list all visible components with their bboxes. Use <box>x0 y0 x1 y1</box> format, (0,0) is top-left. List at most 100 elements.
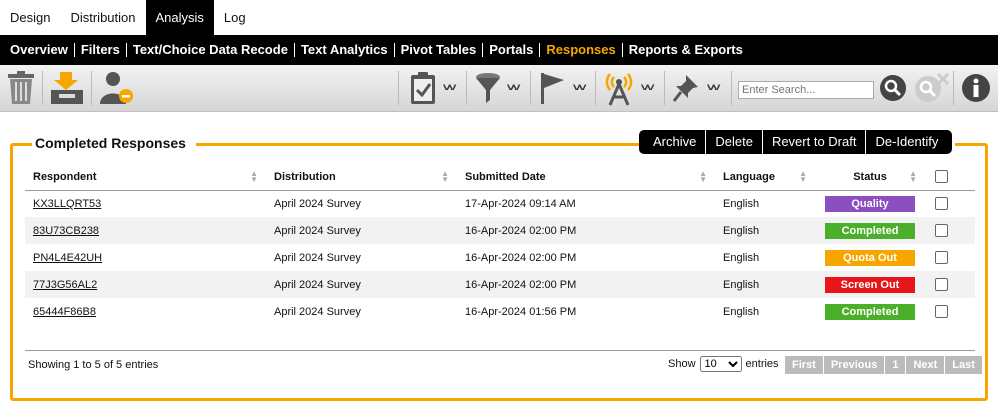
column-header-distribution[interactable]: Distribution ▲ ▼ <box>266 164 457 191</box>
pager-first-button[interactable]: First <box>785 356 824 374</box>
action-buttons: Archive Delete Revert to Draft De-Identi… <box>639 130 953 154</box>
pager-previous-button[interactable]: Previous <box>823 356 886 374</box>
sort-icon: ▲ ▼ <box>799 169 807 184</box>
archive-inbox-icon[interactable] <box>48 69 86 107</box>
info-icon[interactable] <box>961 69 991 107</box>
sub-navigation: Overview Filters Text/Choice Data Recode… <box>0 35 998 65</box>
sort-icon: ▲ ▼ <box>441 169 449 184</box>
panel-title: Completed Responses <box>32 135 196 151</box>
respondent-link[interactable]: 77J3G56AL2 <box>33 279 97 291</box>
subnav-portals[interactable]: Portals <box>483 43 541 57</box>
submitted-date-cell: 16-Apr-2024 02:00 PM <box>457 271 715 298</box>
chevron-down-icon[interactable]: ˅˅ <box>641 82 655 94</box>
status-cell: Screen Out <box>815 271 925 298</box>
clipboard-check-icon[interactable]: ˅˅ <box>408 69 457 107</box>
chevron-down-icon[interactable]: ˅˅ <box>573 82 587 94</box>
subnav-reports-exports[interactable]: Reports & Exports <box>623 43 749 57</box>
submitted-date-cell: 16-Apr-2024 02:00 PM <box>465 251 577 264</box>
subnav-overview[interactable]: Overview <box>4 43 75 57</box>
row-checkbox[interactable] <box>935 251 948 264</box>
tab-distribution[interactable]: Distribution <box>60 0 146 35</box>
language-cell: English <box>715 217 815 244</box>
status-badge: Completed <box>825 303 915 320</box>
status-badge: Completed <box>825 222 915 239</box>
trash-icon[interactable] <box>6 69 36 107</box>
table-row: KX3LLQRT53 April 2024 Survey 17-Apr-2024 0… <box>25 190 975 217</box>
revert-to-draft-button[interactable]: Revert to Draft <box>763 130 867 154</box>
show-label: Show <box>668 358 696 370</box>
submitted-date-cell: 16-Apr-2024 02:00 PM <box>457 217 715 244</box>
table-row: 65444F86B8 April 2024 Survey 16-Apr-2024 0… <box>25 298 975 325</box>
distribution-cell: April 2024 Survey <box>274 305 361 318</box>
row-checkbox[interactable] <box>935 197 948 211</box>
table-row: PN4L4E42UH April 2024 Survey 16-Apr-2024 0… <box>25 244 975 271</box>
chevron-down-icon[interactable]: ˅˅ <box>443 82 457 94</box>
distribution-cell: April 2024 Survey <box>274 197 361 210</box>
remove-user-icon[interactable] <box>98 69 136 107</box>
respondent-cell: 77J3G56AL2 <box>25 271 266 298</box>
search-icon[interactable] <box>879 69 907 107</box>
sort-icon: ▲ ▼ <box>909 169 917 184</box>
clear-search-icon[interactable] <box>914 69 950 107</box>
broadcast-tower-icon[interactable]: ˅˅ <box>602 69 655 107</box>
row-checkbox[interactable] <box>935 278 948 291</box>
delete-button[interactable]: Delete <box>706 130 763 154</box>
respondent-link[interactable]: PN4L4E42UH <box>33 252 102 264</box>
flag-icon[interactable]: ˅˅ <box>538 69 587 107</box>
entries-label: entries <box>745 358 779 370</box>
status-badge: Quality <box>825 195 915 212</box>
entries-info: Showing 1 to 5 of 5 entries <box>28 359 159 371</box>
respondent-cell: KX3LLQRT53 <box>25 190 266 217</box>
distribution-cell: April 2024 Survey <box>266 271 457 298</box>
search-input[interactable] <box>738 81 874 99</box>
archive-button[interactable]: Archive <box>639 130 707 154</box>
subnav-text-analytics[interactable]: Text Analytics <box>295 43 395 57</box>
page-size-select[interactable]: 10 <box>699 356 742 372</box>
subnav-pivot-tables[interactable]: Pivot Tables <box>395 43 484 57</box>
column-header-respondent[interactable]: Respondent ▲ ▼ <box>25 164 266 191</box>
submitted-date-cell: 17-Apr-2024 09:14 AM <box>465 197 576 210</box>
column-header-select-all <box>925 164 975 191</box>
status-badge: Quota Out <box>825 249 915 266</box>
responses-table: Respondent ▲ ▼ Distribution ▲ ▼ Submitted Da… <box>25 164 975 325</box>
respondent-cell: 65444F86B8 <box>25 298 266 325</box>
chevron-down-icon[interactable]: ˅˅ <box>507 82 521 94</box>
pager-last-button[interactable]: Last <box>945 356 982 374</box>
respondent-link[interactable]: 83U73CB238 <box>33 225 99 237</box>
status-cell: Completed <box>815 298 925 325</box>
respondent-link[interactable]: KX3LLQRT53 <box>33 198 101 210</box>
status-cell: Quality <box>815 190 925 217</box>
column-header-submitted-date[interactable]: Submitted Date ▲ ▼ <box>457 164 715 191</box>
distribution-cell: April 2024 Survey <box>274 251 361 264</box>
row-checkbox[interactable] <box>935 305 948 318</box>
tab-analysis[interactable]: Analysis <box>145 0 214 35</box>
status-cell: Completed <box>815 217 925 244</box>
language-cell: English <box>723 251 760 264</box>
select-cell <box>925 217 975 244</box>
select-all-checkbox[interactable] <box>935 170 948 184</box>
subnav-responses[interactable]: Responses <box>540 43 623 57</box>
pushpin-icon[interactable]: ˅˅ <box>672 69 721 107</box>
table-row: 77J3G56AL2 April 2024 Survey 16-Apr-2024 0… <box>25 271 975 298</box>
tab-log[interactable]: Log <box>213 0 256 35</box>
pager-page-1-button[interactable]: 1 <box>885 356 907 374</box>
chevron-down-icon[interactable]: ˅˅ <box>707 82 721 94</box>
distribution-cell: April 2024 Survey <box>266 217 457 244</box>
pager-next-button[interactable]: Next <box>906 356 946 374</box>
select-cell <box>925 244 975 271</box>
column-header-language[interactable]: Language ▲ ▼ <box>715 164 815 191</box>
row-checkbox[interactable] <box>935 224 948 237</box>
column-header-status[interactable]: Status ▲ ▼ <box>815 164 925 191</box>
respondent-link[interactable]: 65444F86B8 <box>33 306 96 318</box>
de-identify-button[interactable]: De-Identify <box>866 130 952 154</box>
subnav-text-choice-data-recode[interactable]: Text/Choice Data Recode <box>127 43 295 57</box>
select-cell <box>925 271 975 298</box>
sort-icon: ▲ ▼ <box>699 169 707 184</box>
subnav-filters[interactable]: Filters <box>75 43 127 57</box>
filter-icon[interactable]: ˅˅ <box>474 69 521 107</box>
sort-icon: ▲ ▼ <box>250 169 258 184</box>
table-row: 83U73CB238 April 2024 Survey 16-Apr-2024 0… <box>25 217 975 244</box>
tab-design[interactable]: Design <box>0 0 61 35</box>
respondent-cell: PN4L4E42UH <box>25 244 266 271</box>
language-cell: English <box>723 197 760 210</box>
